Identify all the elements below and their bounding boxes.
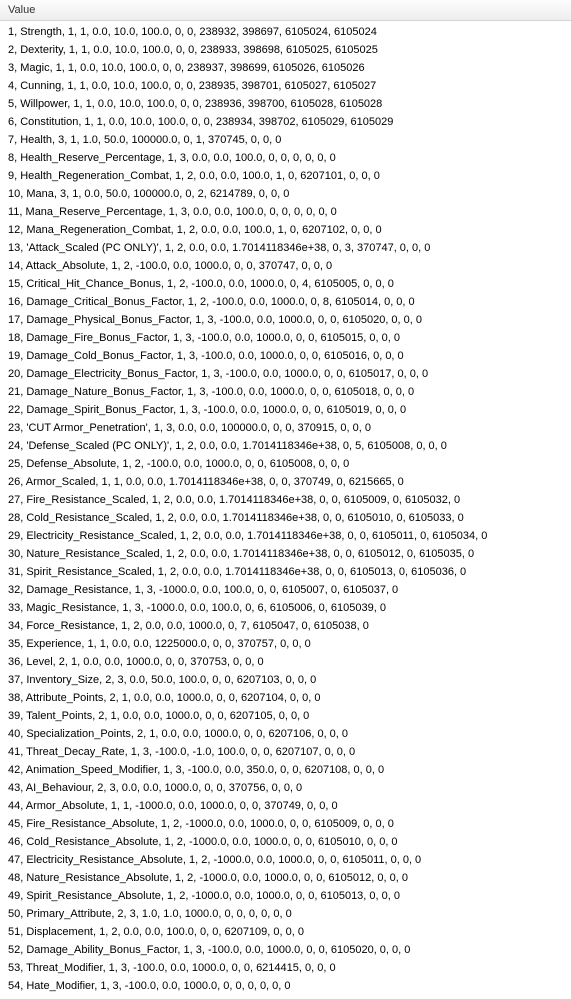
- table-row[interactable]: 17, Damage_Physical_Bonus_Factor, 1, 3, …: [0, 311, 571, 329]
- table-row[interactable]: 50, Primary_Attribute, 2, 3, 1.0, 1.0, 1…: [0, 905, 571, 923]
- table-row[interactable]: 34, Force_Resistance, 1, 2, 0.0, 0.0, 10…: [0, 617, 571, 635]
- table-row[interactable]: 23, 'CUT Armor_Penetration', 1, 3, 0.0, …: [0, 419, 571, 437]
- table-rows: 1, Strength, 1, 1, 0.0, 10.0, 100.0, 0, …: [0, 21, 571, 999]
- table-row[interactable]: 33, Magic_Resistance, 1, 3, -1000.0, 0.0…: [0, 599, 571, 617]
- table-row[interactable]: 43, AI_Behaviour, 2, 3, 0.0, 0.0, 1000.0…: [0, 779, 571, 797]
- table-row[interactable]: 14, Attack_Absolute, 1, 2, -100.0, 0.0, …: [0, 257, 571, 275]
- table-row[interactable]: 21, Damage_Nature_Bonus_Factor, 1, 3, -1…: [0, 383, 571, 401]
- table-row[interactable]: 26, Armor_Scaled, 1, 1, 0.0, 0.0, 1.7014…: [0, 473, 571, 491]
- table-row[interactable]: 52, Damage_Ability_Bonus_Factor, 1, 3, -…: [0, 941, 571, 959]
- table-row[interactable]: 28, Cold_Resistance_Scaled, 1, 2, 0.0, 0…: [0, 509, 571, 527]
- table-row[interactable]: 35, Experience, 1, 1, 0.0, 0.0, 1225000.…: [0, 635, 571, 653]
- table-row[interactable]: 51, Displacement, 1, 2, 0.0, 0.0, 100.0,…: [0, 923, 571, 941]
- table-row[interactable]: 19, Damage_Cold_Bonus_Factor, 1, 3, -100…: [0, 347, 571, 365]
- table-row[interactable]: 7, Health, 3, 1, 1.0, 50.0, 100000.0, 0,…: [0, 131, 571, 149]
- column-header-value[interactable]: Value: [0, 0, 571, 21]
- table-row[interactable]: 3, Magic, 1, 1, 0.0, 10.0, 100.0, 0, 0, …: [0, 59, 571, 77]
- table-row[interactable]: 10, Mana, 3, 1, 0.0, 50.0, 100000.0, 0, …: [0, 185, 571, 203]
- table-row[interactable]: 41, Threat_Decay_Rate, 1, 3, -100.0, -1.…: [0, 743, 571, 761]
- table-row[interactable]: 47, Electricity_Resistance_Absolute, 1, …: [0, 851, 571, 869]
- table-row[interactable]: 53, Threat_Modifier, 1, 3, -100.0, 0.0, …: [0, 959, 571, 977]
- table-row[interactable]: 54, Hate_Modifier, 1, 3, -100.0, 0.0, 10…: [0, 977, 571, 995]
- table-row[interactable]: 5, Willpower, 1, 1, 0.0, 10.0, 100.0, 0,…: [0, 95, 571, 113]
- table-row[interactable]: 16, Damage_Critical_Bonus_Factor, 1, 2, …: [0, 293, 571, 311]
- table-row[interactable]: 46, Cold_Resistance_Absolute, 1, 2, -100…: [0, 833, 571, 851]
- table-row[interactable]: 12, Mana_Regeneration_Combat, 1, 2, 0.0,…: [0, 221, 571, 239]
- table-row[interactable]: 44, Armor_Absolute, 1, 1, -1000.0, 0.0, …: [0, 797, 571, 815]
- table-row[interactable]: 25, Defense_Absolute, 1, 2, -100.0, 0.0,…: [0, 455, 571, 473]
- table-row[interactable]: 11, Mana_Reserve_Percentage, 1, 3, 0.0, …: [0, 203, 571, 221]
- table-row[interactable]: 9, Health_Regeneration_Combat, 1, 2, 0.0…: [0, 167, 571, 185]
- table-row[interactable]: 8, Health_Reserve_Percentage, 1, 3, 0.0,…: [0, 149, 571, 167]
- table-row[interactable]: 37, Inventory_Size, 2, 3, 0.0, 50.0, 100…: [0, 671, 571, 689]
- table-row[interactable]: 42, Animation_Speed_Modifier, 1, 3, -100…: [0, 761, 571, 779]
- table-row[interactable]: 2, Dexterity, 1, 1, 0.0, 10.0, 100.0, 0,…: [0, 41, 571, 59]
- table-row[interactable]: 27, Fire_Resistance_Scaled, 1, 2, 0.0, 0…: [0, 491, 571, 509]
- table-row[interactable]: 15, Critical_Hit_Chance_Bonus, 1, 2, -10…: [0, 275, 571, 293]
- table-row[interactable]: 38, Attribute_Points, 2, 1, 0.0, 0.0, 10…: [0, 689, 571, 707]
- table-row[interactable]: 39, Talent_Points, 2, 1, 0.0, 0.0, 1000.…: [0, 707, 571, 725]
- table-row[interactable]: 1, Strength, 1, 1, 0.0, 10.0, 100.0, 0, …: [0, 23, 571, 41]
- table-row[interactable]: 31, Spirit_Resistance_Scaled, 1, 2, 0.0,…: [0, 563, 571, 581]
- table-row[interactable]: 4, Cunning, 1, 1, 0.0, 10.0, 100.0, 0, 0…: [0, 77, 571, 95]
- table-row[interactable]: 29, Electricity_Resistance_Scaled, 1, 2,…: [0, 527, 571, 545]
- table-row[interactable]: 40, Specialization_Points, 2, 1, 0.0, 0.…: [0, 725, 571, 743]
- table-row[interactable]: 45, Fire_Resistance_Absolute, 1, 2, -100…: [0, 815, 571, 833]
- table-row[interactable]: 18, Damage_Fire_Bonus_Factor, 1, 3, -100…: [0, 329, 571, 347]
- table-row[interactable]: 49, Spirit_Resistance_Absolute, 1, 2, -1…: [0, 887, 571, 905]
- table-row[interactable]: 24, 'Defense_Scaled (PC ONLY)', 1, 2, 0.…: [0, 437, 571, 455]
- table-row[interactable]: 32, Damage_Resistance, 1, 3, -1000.0, 0.…: [0, 581, 571, 599]
- table-row[interactable]: 36, Level, 2, 1, 0.0, 0.0, 1000.0, 0, 0,…: [0, 653, 571, 671]
- table-row[interactable]: 20, Damage_Electricity_Bonus_Factor, 1, …: [0, 365, 571, 383]
- table-row[interactable]: 48, Nature_Resistance_Absolute, 1, 2, -1…: [0, 869, 571, 887]
- table-row[interactable]: 13, 'Attack_Scaled (PC ONLY)', 1, 2, 0.0…: [0, 239, 571, 257]
- table-row[interactable]: 22, Damage_Spirit_Bonus_Factor, 1, 3, -1…: [0, 401, 571, 419]
- table-row[interactable]: 6, Constitution, 1, 1, 0.0, 10.0, 100.0,…: [0, 113, 571, 131]
- table-row[interactable]: 30, Nature_Resistance_Scaled, 1, 2, 0.0,…: [0, 545, 571, 563]
